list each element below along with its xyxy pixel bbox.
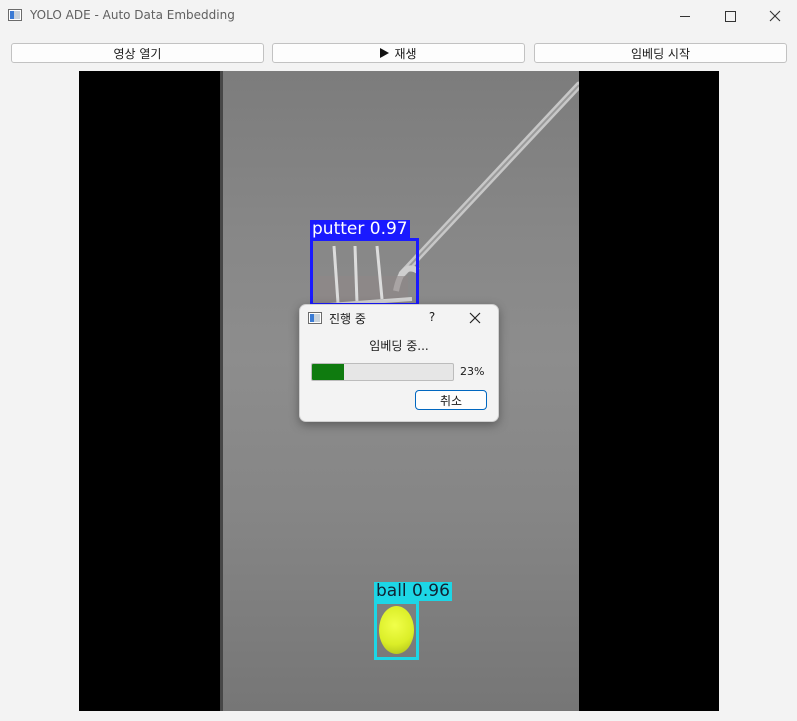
ball-bounding-box	[374, 601, 419, 660]
play-label: 재생	[394, 46, 417, 61]
window-title: YOLO ADE - Auto Data Embedding	[30, 8, 235, 22]
close-icon	[769, 10, 781, 22]
progress-bar-fill	[312, 364, 345, 380]
open-video-label: 영상 열기	[113, 46, 162, 61]
app-window-icon	[8, 9, 22, 21]
maximize-button[interactable]	[708, 0, 752, 32]
progress-message: 임베딩 중...	[369, 339, 429, 353]
minimize-icon	[680, 15, 690, 17]
ball-detection-label: ball 0.96	[374, 581, 452, 601]
help-button[interactable]: ?	[424, 307, 440, 327]
putter-bounding-box	[310, 238, 419, 306]
start-embedding-label: 임베딩 시작	[630, 46, 690, 61]
progress-dialog: 진행 중 ? 임베딩 중... 23% 취소	[299, 304, 499, 422]
maximize-icon	[724, 10, 736, 22]
open-video-button[interactable]: 영상 열기	[11, 43, 264, 63]
putter-detection-label: putter 0.97	[310, 219, 410, 239]
progress-percent: 23%	[460, 365, 485, 378]
play-button[interactable]: 재생	[272, 43, 525, 63]
dialog-close-button[interactable]	[465, 309, 485, 327]
cancel-button[interactable]: 취소	[415, 390, 487, 410]
close-icon	[469, 312, 481, 324]
cancel-label: 취소	[439, 393, 463, 408]
title-bar: YOLO ADE - Auto Data Embedding	[0, 0, 797, 32]
dialog-title: 진행 중	[329, 312, 366, 326]
close-button[interactable]	[753, 0, 797, 32]
start-embedding-button[interactable]: 임베딩 시작	[534, 43, 787, 63]
minimize-button[interactable]	[663, 0, 707, 32]
play-icon	[380, 48, 390, 58]
progress-bar	[311, 363, 454, 381]
dialog-app-icon	[308, 312, 322, 324]
